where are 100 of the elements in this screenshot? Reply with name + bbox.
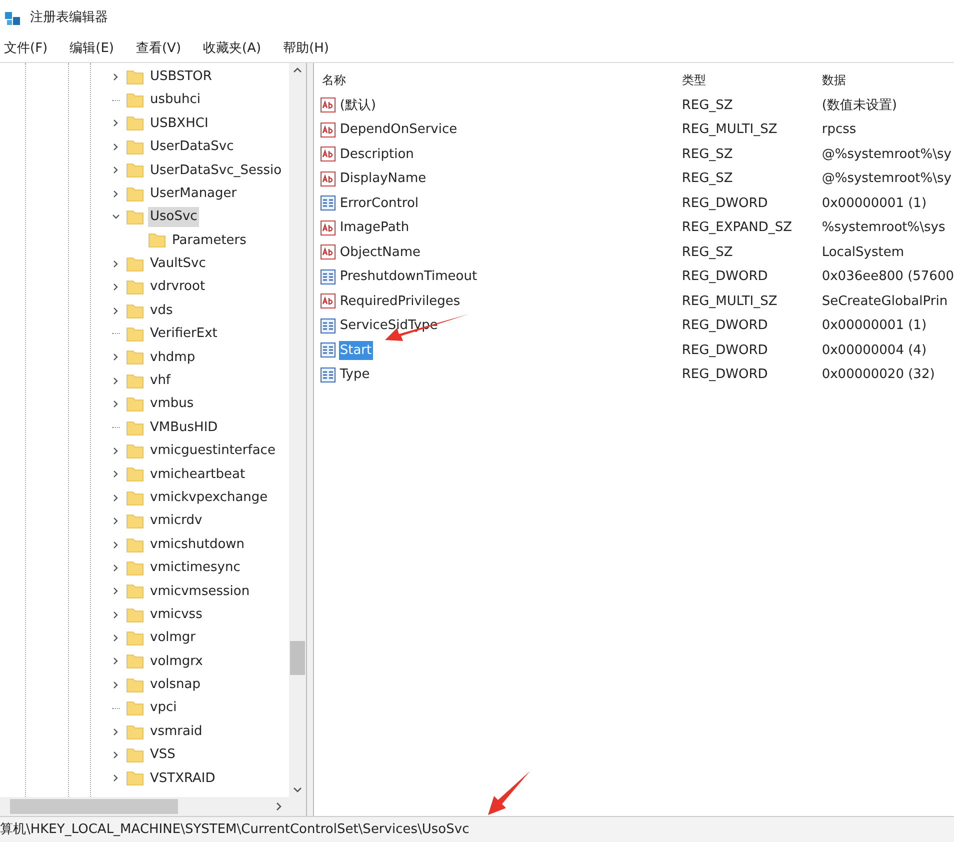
tree-item[interactable]: Parameters xyxy=(170,230,248,250)
value-type: REG_SZ xyxy=(682,96,734,114)
folder-icon xyxy=(126,68,144,86)
folder-icon xyxy=(126,488,144,507)
tree-item[interactable]: vmicguestinterface xyxy=(148,441,278,461)
value-name[interactable]: ObjectName xyxy=(338,242,422,262)
value-type: REG_SZ xyxy=(682,146,734,164)
tree-item[interactable]: volmgrx xyxy=(148,652,205,672)
column-header[interactable]: 名称 xyxy=(320,71,682,89)
binary-value-icon xyxy=(320,268,336,285)
value-name[interactable]: DisplayName xyxy=(338,169,428,188)
menu-item[interactable]: 收藏夹(A) xyxy=(199,39,266,59)
folder-icon xyxy=(126,722,144,741)
tree-item[interactable]: UserManager xyxy=(148,184,239,204)
value-name[interactable]: DependOnService xyxy=(338,120,458,140)
string-value-icon xyxy=(320,293,336,310)
folder-icon xyxy=(126,465,144,484)
scroll-down-icon[interactable] xyxy=(292,787,302,793)
menu-item[interactable]: 查看(V) xyxy=(132,39,186,59)
scroll-up-icon[interactable] xyxy=(292,67,302,73)
tree-item[interactable]: vmictimesync xyxy=(148,558,242,578)
value-data: LocalSystem xyxy=(822,244,904,262)
scroll-thumb[interactable] xyxy=(290,641,305,675)
folder-icon xyxy=(126,208,144,226)
menu-item[interactable]: 文件(F) xyxy=(0,39,52,59)
value-type: REG_SZ xyxy=(682,244,734,262)
menu-item[interactable]: 帮助(H) xyxy=(279,39,333,59)
value-name[interactable]: ImagePath xyxy=(338,218,410,238)
binary-value-icon xyxy=(320,366,336,383)
folder-icon xyxy=(126,676,144,694)
value-type: REG_DWORD xyxy=(682,194,769,212)
tree-item[interactable]: VSS xyxy=(148,745,178,765)
value-type: REG_DWORD xyxy=(682,366,769,384)
string-value-icon xyxy=(320,244,336,260)
folder-icon xyxy=(126,372,144,390)
tree-item[interactable]: USBXHCI xyxy=(148,114,210,134)
tree-item[interactable]: vds xyxy=(148,300,175,320)
registry-app-icon xyxy=(4,9,22,27)
folder-icon xyxy=(126,348,144,366)
tree-item[interactable]: vsmraid xyxy=(148,722,204,742)
value-data: rpcss xyxy=(822,121,856,139)
tree-item[interactable]: vmicvmsession xyxy=(148,582,252,602)
vertical-scrollbar[interactable] xyxy=(288,63,306,797)
folder-icon xyxy=(126,138,144,156)
value-data: @%systemroot%\sy xyxy=(822,146,952,164)
column-header[interactable]: 类型 xyxy=(682,71,822,89)
scroll-right-icon[interactable] xyxy=(276,802,282,811)
tree-item[interactable]: VerifierExt xyxy=(148,324,220,344)
value-data: 0x036ee800 (57600 xyxy=(822,268,954,286)
horizontal-scrollbar[interactable] xyxy=(0,797,306,816)
value-name[interactable]: ErrorControl xyxy=(338,194,420,213)
tree-item[interactable]: vmicvss xyxy=(148,604,204,624)
tree-item[interactable]: VSTXRAID xyxy=(148,768,218,788)
value-data: SeCreateGlobalPrin xyxy=(822,292,948,310)
value-name[interactable]: Type xyxy=(338,365,371,384)
tree-item[interactable]: vmbus xyxy=(148,394,196,414)
value-type: REG_DWORD xyxy=(682,317,769,335)
tree-item[interactable]: UsoSvc xyxy=(148,207,200,227)
folder-icon xyxy=(126,442,144,460)
binary-value-icon xyxy=(320,195,336,212)
tree-item[interactable]: UserDataSvc xyxy=(148,137,236,157)
tree-item[interactable]: vpci xyxy=(148,698,179,718)
tree-item[interactable]: volmgr xyxy=(148,628,198,648)
value-type: REG_MULTI_SZ xyxy=(682,292,778,310)
tree-item[interactable]: UserDataSvc_Sessio xyxy=(148,160,284,180)
folder-icon xyxy=(126,512,144,530)
string-value-icon xyxy=(320,97,336,114)
value-data: @%systemroot%\sy xyxy=(822,170,952,188)
value-name[interactable]: (默认) xyxy=(338,96,377,115)
folder-icon xyxy=(126,302,144,320)
tree-item[interactable]: usbuhci xyxy=(148,90,203,110)
folder-icon xyxy=(126,558,144,577)
folder-icon xyxy=(126,536,144,554)
column-header[interactable]: 数据 xyxy=(822,71,846,89)
tree-item[interactable]: vhf xyxy=(148,371,173,391)
tree-item[interactable]: vhdmp xyxy=(148,348,198,368)
value-name[interactable]: Description xyxy=(338,144,415,164)
menu-item[interactable]: 编辑(E) xyxy=(66,39,118,59)
tree-item[interactable]: volsnap xyxy=(148,675,202,695)
folder-icon xyxy=(126,699,144,718)
scroll-thumb[interactable] xyxy=(10,799,178,814)
tree-item[interactable]: vmicrdv xyxy=(148,511,204,531)
tree-item[interactable]: vmicheartbeat xyxy=(148,464,248,484)
folder-icon xyxy=(126,254,144,273)
tree-item[interactable]: VMBusHID xyxy=(148,418,220,438)
value-type: REG_SZ xyxy=(682,170,734,188)
tree-item[interactable]: USBSTOR xyxy=(148,66,214,86)
folder-icon xyxy=(126,91,144,110)
value-data: 0x00000001 (1) xyxy=(822,317,927,335)
string-value-icon xyxy=(320,220,336,236)
value-type: REG_EXPAND_SZ xyxy=(682,219,794,237)
value-data: 0x00000001 (1) xyxy=(822,194,927,212)
tree-item[interactable]: VaultSvc xyxy=(148,254,208,274)
folder-icon xyxy=(126,114,144,132)
value-name[interactable]: RequiredPrivileges xyxy=(338,292,462,311)
tree-item[interactable]: vmicshutdown xyxy=(148,534,247,554)
tree-item[interactable]: vdrvroot xyxy=(148,277,208,297)
tree-item[interactable]: vmickvpexchange xyxy=(148,488,270,508)
string-value-icon xyxy=(320,146,336,162)
value-name[interactable]: PreshutdownTimeout xyxy=(338,267,478,286)
